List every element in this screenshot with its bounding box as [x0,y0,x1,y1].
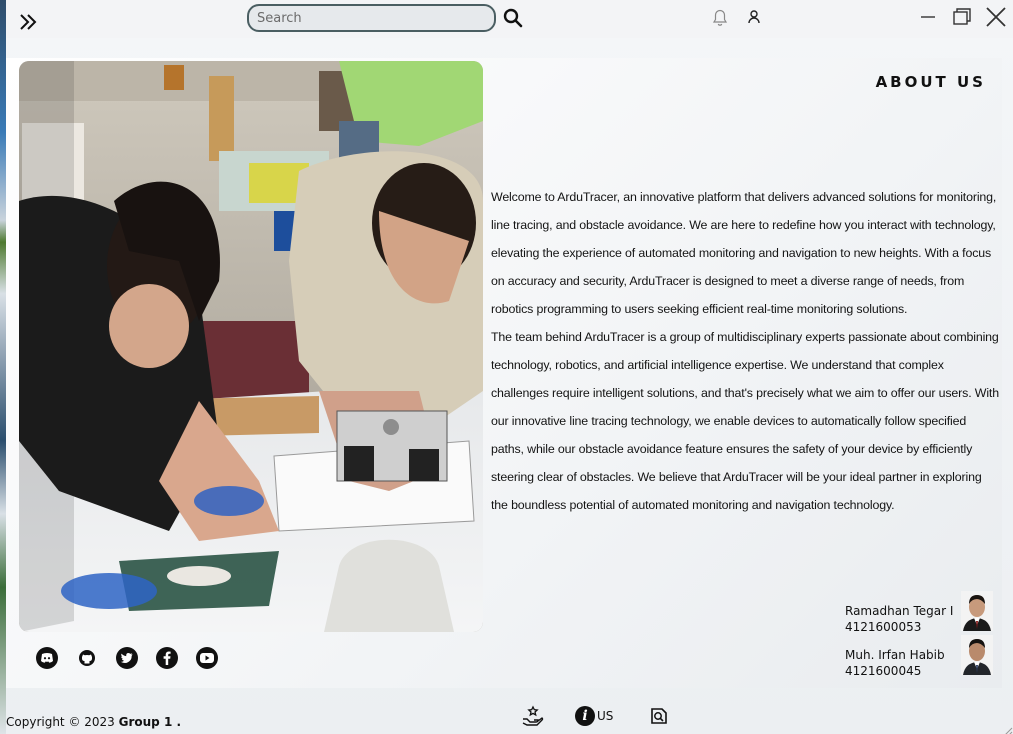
award-hand-icon[interactable] [522,705,544,727]
about-us-tab[interactable]: i US [575,705,621,727]
top-bar [6,0,1013,38]
facebook-icon[interactable] [156,647,178,669]
about-paragraph-1: Welcome to ArduTracer, an innovative pla… [491,190,997,316]
about-panel: ABOUT US Welcome to ArduTracer, an innov… [6,58,1002,688]
app-window: ABOUT US Welcome to ArduTracer, an innov… [6,0,1013,734]
resize-grip-icon[interactable] [1001,722,1013,734]
bell-icon[interactable] [710,7,730,27]
minimize-icon[interactable] [918,8,938,26]
search-input[interactable] [247,4,496,32]
team-robotics-photo [19,61,483,632]
copyright: Copyright © 2023 Group 1 . [6,715,181,729]
maximize-icon[interactable] [951,7,973,27]
close-icon[interactable] [984,5,1008,29]
twitter-icon[interactable] [116,647,138,669]
social-links [36,647,218,669]
contact-icon[interactable] [648,705,670,727]
github-icon[interactable] [76,647,98,669]
info-icon: i [575,706,595,726]
team-member: Muh. Irfan Habib 4121600045 [845,635,1005,687]
avatar [961,635,993,675]
about-us-text: Welcome to ArduTracer, an innovative pla… [491,183,1001,519]
user-icon[interactable] [747,9,761,25]
discord-icon[interactable] [36,647,58,669]
avatar [961,591,993,631]
search-icon[interactable] [502,7,524,29]
youtube-icon[interactable] [196,647,218,669]
copyright-group: Group 1 . [118,715,182,729]
about-us-title: ABOUT US [875,73,986,91]
double-chevron-right-icon[interactable] [18,12,38,32]
about-us-tab-label: US [597,709,614,723]
about-paragraph-2: The team behind ArduTracer is a group of… [491,330,999,512]
copyright-prefix: Copyright © 2023 [6,715,119,729]
